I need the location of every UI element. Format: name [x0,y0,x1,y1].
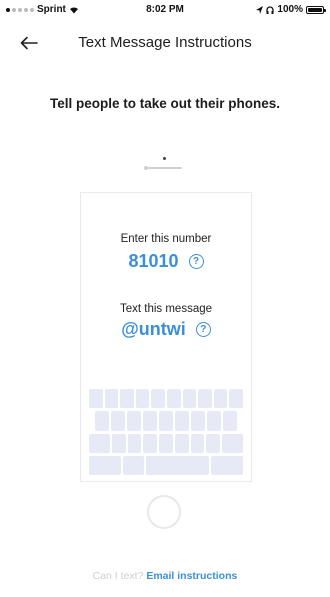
phone-speaker [148,167,182,169]
number-row: 81010 ? [81,251,251,272]
message-help-icon[interactable]: ? [195,322,211,337]
battery-percent: 100% [277,4,303,15]
footer-muted-text: Can I text? [92,570,144,582]
keyboard-row [89,433,243,453]
location-icon [256,5,264,14]
message-row: @untwi ? [81,319,251,340]
battery-icon [306,5,326,14]
footer: Can I text? Email instructions [0,570,330,582]
number-label: Enter this number [120,233,212,245]
keyboard-row [89,455,243,475]
phone-camera-dot [163,157,166,160]
status-right: 100% [256,4,326,15]
phone-screen: Enter this number 81010 ? Text this mess… [80,192,252,482]
phone-illustration: Enter this number 81010 ? Text this mess… [60,140,270,550]
phone-home-button [147,495,181,529]
keyboard-illustration [89,389,243,475]
instruction-text: Tell people to take out their phones. [49,96,281,111]
number-help-icon[interactable]: ? [188,254,204,269]
page-title: Text Message Instructions [78,34,252,51]
keyboard-row [89,389,243,409]
number-value: 81010 [128,251,179,271]
status-bar: Sprint 8:02 PM 100% [0,0,330,20]
email-instructions-link[interactable]: Email instructions [146,570,237,582]
keyboard-row [89,411,243,431]
nav-header: Text Message Instructions [0,26,330,60]
message-label: Text this message [119,303,213,315]
headphones-icon [266,5,275,14]
message-value: @untwi [121,319,186,339]
